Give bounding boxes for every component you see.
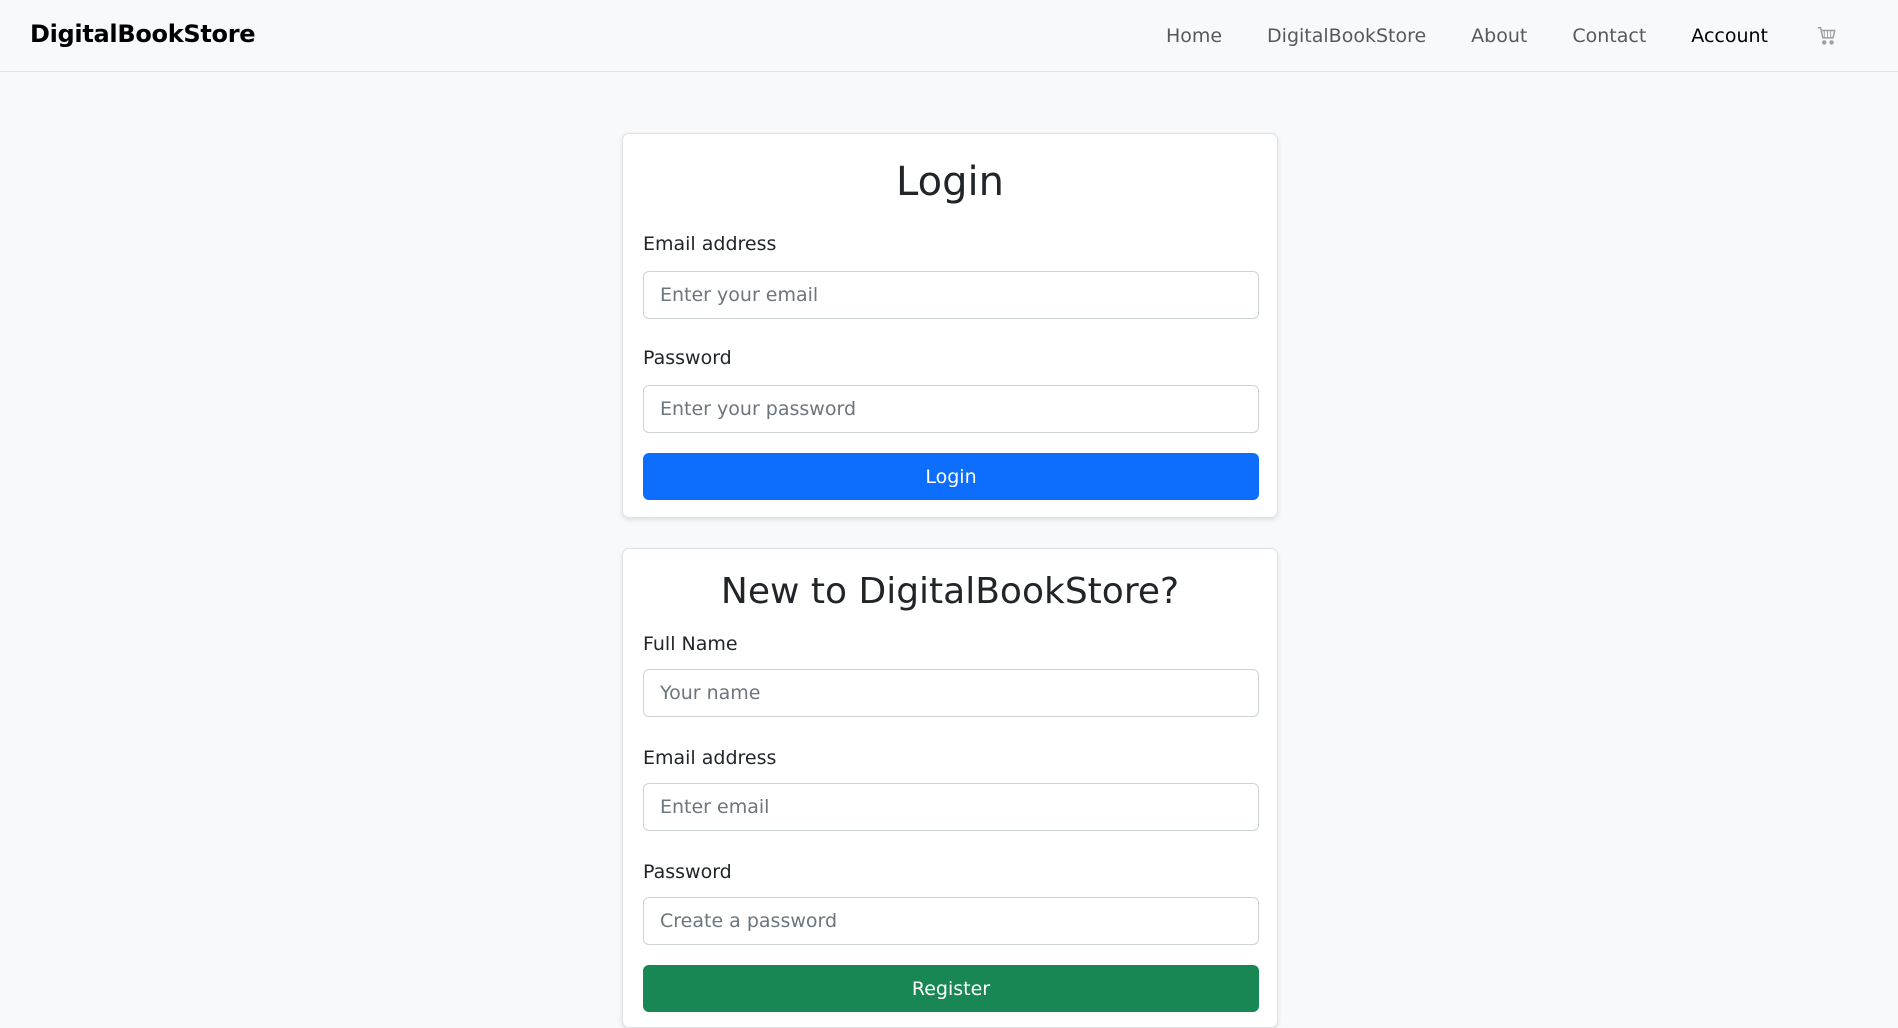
register-card: New to DigitalBookStore? Full Name Email… [622, 548, 1278, 1028]
register-name-input[interactable] [643, 669, 1259, 717]
shopping-cart-icon[interactable] [1816, 25, 1838, 47]
nav-links: Home DigitalBookStore About Contact Acco… [1121, 0, 1838, 72]
top-navbar: DigitalBookStore Home DigitalBookStore A… [0, 0, 1898, 72]
login-password-input[interactable] [643, 385, 1259, 433]
login-email-input[interactable] [643, 271, 1259, 319]
login-email-label: Email address [643, 233, 777, 255]
nav-link-contact[interactable]: Contact [1572, 25, 1646, 47]
login-password-label: Password [643, 347, 732, 369]
login-card: Login Email address Password Login [622, 133, 1278, 518]
register-email-input[interactable] [643, 783, 1259, 831]
nav-link-about[interactable]: About [1471, 25, 1527, 47]
register-password-input[interactable] [643, 897, 1259, 945]
login-button[interactable]: Login [643, 453, 1259, 500]
brand-logo[interactable]: DigitalBookStore [30, 20, 256, 48]
register-email-label: Email address [643, 747, 777, 769]
login-title: Login [896, 159, 1004, 205]
nav-link-home[interactable]: Home [1166, 25, 1222, 47]
register-title: New to DigitalBookStore? [720, 571, 1180, 612]
register-password-label: Password [643, 861, 732, 883]
register-button[interactable]: Register [643, 965, 1259, 1012]
register-name-label: Full Name [643, 633, 738, 655]
nav-link-account[interactable]: Account [1691, 25, 1768, 47]
nav-link-digitalbookstore[interactable]: DigitalBookStore [1267, 25, 1426, 47]
